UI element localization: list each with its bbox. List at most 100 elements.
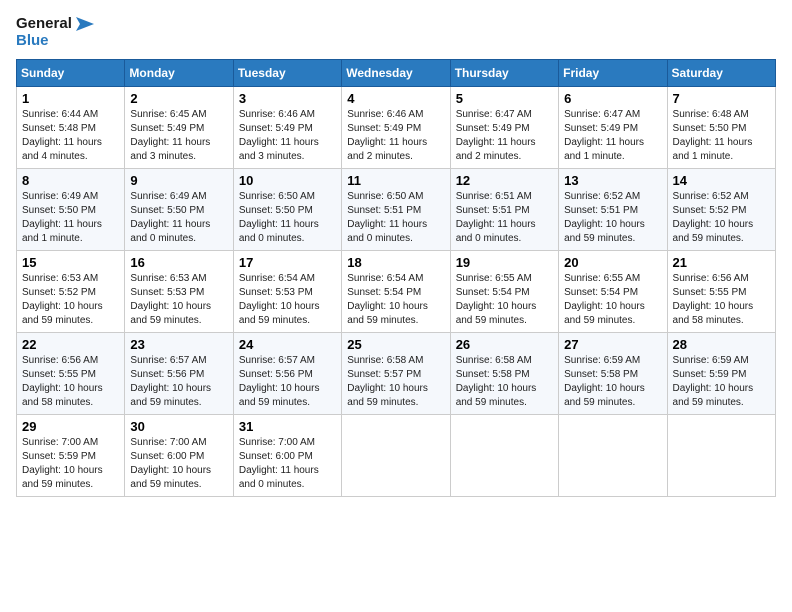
day-info: Sunrise: 6:55 AM Sunset: 5:54 PM Dayligh… bbox=[456, 272, 553, 328]
day-info: Sunrise: 6:49 AM Sunset: 5:50 PM Dayligh… bbox=[130, 190, 227, 246]
day-info: Sunrise: 7:00 AM Sunset: 5:59 PM Dayligh… bbox=[22, 436, 119, 492]
table-cell: 13 Sunrise: 6:52 AM Sunset: 5:51 PM Dayl… bbox=[559, 169, 667, 251]
week-row-4: 22 Sunrise: 6:56 AM Sunset: 5:55 PM Dayl… bbox=[17, 333, 776, 415]
day-number: 8 bbox=[22, 173, 119, 188]
day-info: Sunrise: 6:58 AM Sunset: 5:58 PM Dayligh… bbox=[456, 354, 553, 410]
table-cell: 30 Sunrise: 7:00 AM Sunset: 6:00 PM Dayl… bbox=[125, 415, 233, 497]
day-number: 25 bbox=[347, 337, 444, 352]
day-number: 18 bbox=[347, 255, 444, 270]
table-cell: 27 Sunrise: 6:59 AM Sunset: 5:58 PM Dayl… bbox=[559, 333, 667, 415]
table-cell: 24 Sunrise: 6:57 AM Sunset: 5:56 PM Dayl… bbox=[233, 333, 341, 415]
calendar: SundayMondayTuesdayWednesdayThursdayFrid… bbox=[16, 59, 776, 497]
table-cell: 19 Sunrise: 6:55 AM Sunset: 5:54 PM Dayl… bbox=[450, 251, 558, 333]
day-number: 19 bbox=[456, 255, 553, 270]
logo-text-block: General Blue bbox=[16, 16, 94, 49]
day-number: 28 bbox=[673, 337, 770, 352]
day-info: Sunrise: 6:47 AM Sunset: 5:49 PM Dayligh… bbox=[564, 108, 661, 164]
table-cell: 1 Sunrise: 6:44 AM Sunset: 5:48 PM Dayli… bbox=[17, 87, 125, 169]
header-tuesday: Tuesday bbox=[233, 60, 341, 87]
day-number: 26 bbox=[456, 337, 553, 352]
day-number: 7 bbox=[673, 91, 770, 106]
week-row-2: 8 Sunrise: 6:49 AM Sunset: 5:50 PM Dayli… bbox=[17, 169, 776, 251]
table-cell: 21 Sunrise: 6:56 AM Sunset: 5:55 PM Dayl… bbox=[667, 251, 775, 333]
table-cell: 17 Sunrise: 6:54 AM Sunset: 5:53 PM Dayl… bbox=[233, 251, 341, 333]
table-cell: 4 Sunrise: 6:46 AM Sunset: 5:49 PM Dayli… bbox=[342, 87, 450, 169]
day-number: 11 bbox=[347, 173, 444, 188]
table-cell: 31 Sunrise: 7:00 AM Sunset: 6:00 PM Dayl… bbox=[233, 415, 341, 497]
day-info: Sunrise: 6:47 AM Sunset: 5:49 PM Dayligh… bbox=[456, 108, 553, 164]
header-thursday: Thursday bbox=[450, 60, 558, 87]
table-cell: 14 Sunrise: 6:52 AM Sunset: 5:52 PM Dayl… bbox=[667, 169, 775, 251]
day-number: 29 bbox=[22, 419, 119, 434]
week-row-5: 29 Sunrise: 7:00 AM Sunset: 5:59 PM Dayl… bbox=[17, 415, 776, 497]
calendar-header-row: SundayMondayTuesdayWednesdayThursdayFrid… bbox=[17, 60, 776, 87]
header-monday: Monday bbox=[125, 60, 233, 87]
table-cell bbox=[559, 415, 667, 497]
day-number: 30 bbox=[130, 419, 227, 434]
day-number: 5 bbox=[456, 91, 553, 106]
day-number: 24 bbox=[239, 337, 336, 352]
day-info: Sunrise: 6:54 AM Sunset: 5:54 PM Dayligh… bbox=[347, 272, 444, 328]
table-cell: 12 Sunrise: 6:51 AM Sunset: 5:51 PM Dayl… bbox=[450, 169, 558, 251]
day-info: Sunrise: 6:44 AM Sunset: 5:48 PM Dayligh… bbox=[22, 108, 119, 164]
day-number: 20 bbox=[564, 255, 661, 270]
header-saturday: Saturday bbox=[667, 60, 775, 87]
day-info: Sunrise: 7:00 AM Sunset: 6:00 PM Dayligh… bbox=[130, 436, 227, 492]
table-cell: 2 Sunrise: 6:45 AM Sunset: 5:49 PM Dayli… bbox=[125, 87, 233, 169]
day-info: Sunrise: 6:57 AM Sunset: 5:56 PM Dayligh… bbox=[239, 354, 336, 410]
day-info: Sunrise: 6:52 AM Sunset: 5:52 PM Dayligh… bbox=[673, 190, 770, 246]
table-cell: 25 Sunrise: 6:58 AM Sunset: 5:57 PM Dayl… bbox=[342, 333, 450, 415]
day-info: Sunrise: 6:58 AM Sunset: 5:57 PM Dayligh… bbox=[347, 354, 444, 410]
day-number: 27 bbox=[564, 337, 661, 352]
table-cell: 15 Sunrise: 6:53 AM Sunset: 5:52 PM Dayl… bbox=[17, 251, 125, 333]
table-cell: 29 Sunrise: 7:00 AM Sunset: 5:59 PM Dayl… bbox=[17, 415, 125, 497]
day-info: Sunrise: 6:59 AM Sunset: 5:58 PM Dayligh… bbox=[564, 354, 661, 410]
week-row-1: 1 Sunrise: 6:44 AM Sunset: 5:48 PM Dayli… bbox=[17, 87, 776, 169]
table-cell: 16 Sunrise: 6:53 AM Sunset: 5:53 PM Dayl… bbox=[125, 251, 233, 333]
table-cell: 23 Sunrise: 6:57 AM Sunset: 5:56 PM Dayl… bbox=[125, 333, 233, 415]
table-cell: 9 Sunrise: 6:49 AM Sunset: 5:50 PM Dayli… bbox=[125, 169, 233, 251]
day-number: 21 bbox=[673, 255, 770, 270]
page-header: General Blue bbox=[16, 16, 776, 49]
day-number: 31 bbox=[239, 419, 336, 434]
table-cell: 6 Sunrise: 6:47 AM Sunset: 5:49 PM Dayli… bbox=[559, 87, 667, 169]
logo-bird-icon bbox=[76, 17, 94, 31]
day-info: Sunrise: 6:54 AM Sunset: 5:53 PM Dayligh… bbox=[239, 272, 336, 328]
day-number: 14 bbox=[673, 173, 770, 188]
table-cell bbox=[342, 415, 450, 497]
table-cell: 5 Sunrise: 6:47 AM Sunset: 5:49 PM Dayli… bbox=[450, 87, 558, 169]
header-wednesday: Wednesday bbox=[342, 60, 450, 87]
logo-general: General bbox=[16, 16, 94, 33]
day-info: Sunrise: 6:56 AM Sunset: 5:55 PM Dayligh… bbox=[673, 272, 770, 328]
table-cell: 7 Sunrise: 6:48 AM Sunset: 5:50 PM Dayli… bbox=[667, 87, 775, 169]
table-cell bbox=[667, 415, 775, 497]
table-cell: 28 Sunrise: 6:59 AM Sunset: 5:59 PM Dayl… bbox=[667, 333, 775, 415]
day-info: Sunrise: 6:55 AM Sunset: 5:54 PM Dayligh… bbox=[564, 272, 661, 328]
day-info: Sunrise: 6:46 AM Sunset: 5:49 PM Dayligh… bbox=[347, 108, 444, 164]
day-info: Sunrise: 6:52 AM Sunset: 5:51 PM Dayligh… bbox=[564, 190, 661, 246]
table-cell: 20 Sunrise: 6:55 AM Sunset: 5:54 PM Dayl… bbox=[559, 251, 667, 333]
day-info: Sunrise: 6:49 AM Sunset: 5:50 PM Dayligh… bbox=[22, 190, 119, 246]
day-info: Sunrise: 7:00 AM Sunset: 6:00 PM Dayligh… bbox=[239, 436, 336, 492]
day-number: 23 bbox=[130, 337, 227, 352]
table-cell: 11 Sunrise: 6:50 AM Sunset: 5:51 PM Dayl… bbox=[342, 169, 450, 251]
day-number: 17 bbox=[239, 255, 336, 270]
day-info: Sunrise: 6:53 AM Sunset: 5:53 PM Dayligh… bbox=[130, 272, 227, 328]
table-cell: 3 Sunrise: 6:46 AM Sunset: 5:49 PM Dayli… bbox=[233, 87, 341, 169]
week-row-3: 15 Sunrise: 6:53 AM Sunset: 5:52 PM Dayl… bbox=[17, 251, 776, 333]
table-cell: 18 Sunrise: 6:54 AM Sunset: 5:54 PM Dayl… bbox=[342, 251, 450, 333]
day-number: 16 bbox=[130, 255, 227, 270]
day-info: Sunrise: 6:57 AM Sunset: 5:56 PM Dayligh… bbox=[130, 354, 227, 410]
day-number: 15 bbox=[22, 255, 119, 270]
logo-blue: Blue bbox=[16, 33, 94, 50]
day-number: 3 bbox=[239, 91, 336, 106]
day-info: Sunrise: 6:46 AM Sunset: 5:49 PM Dayligh… bbox=[239, 108, 336, 164]
day-number: 9 bbox=[130, 173, 227, 188]
logo-container: General Blue bbox=[16, 16, 94, 49]
day-number: 10 bbox=[239, 173, 336, 188]
table-cell: 26 Sunrise: 6:58 AM Sunset: 5:58 PM Dayl… bbox=[450, 333, 558, 415]
day-info: Sunrise: 6:53 AM Sunset: 5:52 PM Dayligh… bbox=[22, 272, 119, 328]
day-info: Sunrise: 6:50 AM Sunset: 5:51 PM Dayligh… bbox=[347, 190, 444, 246]
day-info: Sunrise: 6:45 AM Sunset: 5:49 PM Dayligh… bbox=[130, 108, 227, 164]
day-number: 13 bbox=[564, 173, 661, 188]
